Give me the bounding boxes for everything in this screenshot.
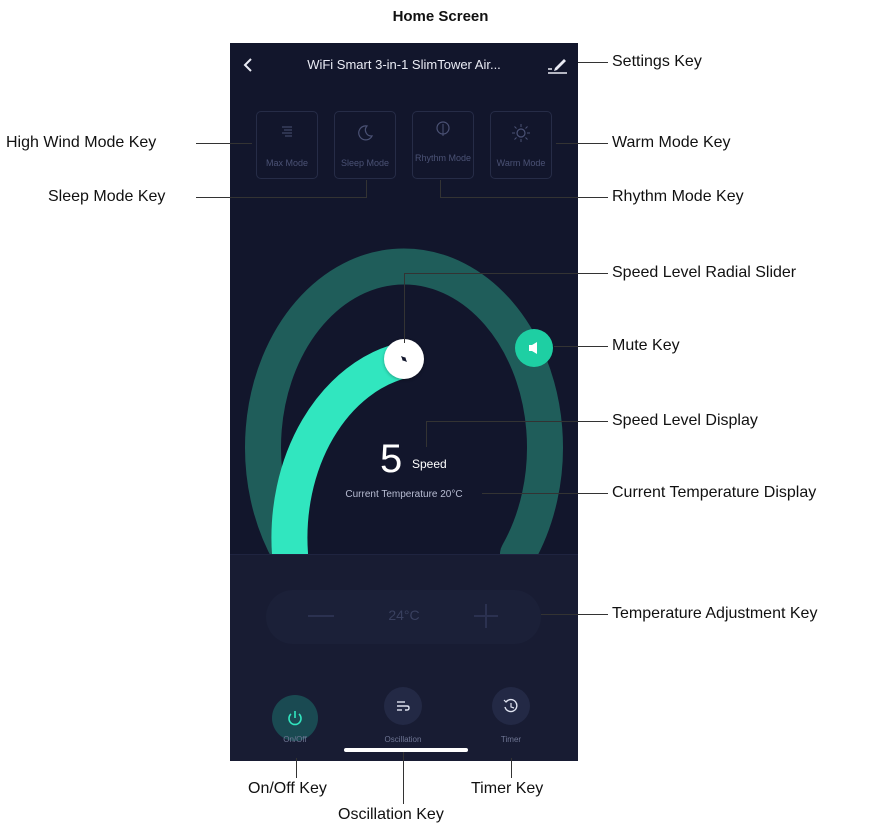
callout-line <box>403 752 404 804</box>
callout-line <box>426 421 608 422</box>
callout-line <box>482 493 608 494</box>
phone-screen: WiFi Smart 3-in-1 SlimTower Air... Max M… <box>230 43 578 761</box>
callout-speed-level-display: Speed Level Display <box>612 412 758 429</box>
callout-oscillation-key: Oscillation Key <box>338 806 444 823</box>
callout-line <box>404 273 608 274</box>
speaker-icon <box>529 342 537 354</box>
speed-slider-knob[interactable] <box>384 339 424 379</box>
callout-line <box>440 180 441 198</box>
callout-line <box>366 180 367 198</box>
oscillation-button[interactable] <box>384 687 422 725</box>
callout-settings-key: Settings Key <box>612 53 702 70</box>
page-heading: Home Screen <box>392 8 489 25</box>
callout-speed-slider: Speed Level Radial Slider <box>612 264 797 281</box>
oscillation-icon <box>397 701 410 711</box>
timer-label: Timer <box>500 735 522 744</box>
callout-current-temperature-display: Current Temperature Display <box>612 484 817 501</box>
callout-sleep-mode-key: Sleep Mode Key <box>48 188 166 205</box>
callout-rhythm-mode-key: Rhythm Mode Key <box>612 188 744 205</box>
callout-mute-key: Mute Key <box>612 337 680 354</box>
callout-line <box>440 197 608 198</box>
callout-line <box>426 421 427 447</box>
plus-icon-vertical[interactable] <box>485 604 487 628</box>
callout-line <box>511 758 512 778</box>
current-temperature-display: Current Temperature 20°C <box>345 489 463 500</box>
set-temperature-value: 24°C <box>388 607 420 623</box>
callout-line <box>196 197 366 198</box>
speed-level-value: 5 <box>380 437 403 481</box>
callout-warm-mode-key: Warm Mode Key <box>612 134 731 151</box>
callout-line <box>296 758 297 778</box>
timer-icon <box>503 698 518 713</box>
speed-level-label: Speed <box>412 457 447 471</box>
callout-high-wind-mode-key: High Wind Mode Key <box>6 134 157 151</box>
timer-button[interactable] <box>492 687 530 725</box>
mute-button[interactable] <box>515 329 553 367</box>
callout-line <box>554 346 608 347</box>
callout-line <box>541 614 608 615</box>
callout-line <box>578 62 608 63</box>
callout-line <box>196 143 252 144</box>
callout-line <box>556 143 608 144</box>
callout-temperature-adjustment-key: Temperature Adjustment Key <box>612 605 818 622</box>
on-off-label: On/Off <box>283 735 307 744</box>
power-icon <box>288 711 302 726</box>
fan-icon <box>401 356 407 362</box>
callout-line <box>404 273 405 343</box>
home-indicator <box>344 748 468 752</box>
oscillation-label: Oscillation <box>384 735 422 744</box>
callout-timer-key: Timer Key <box>471 780 544 797</box>
callout-on-off-key: On/Off Key <box>248 780 327 797</box>
